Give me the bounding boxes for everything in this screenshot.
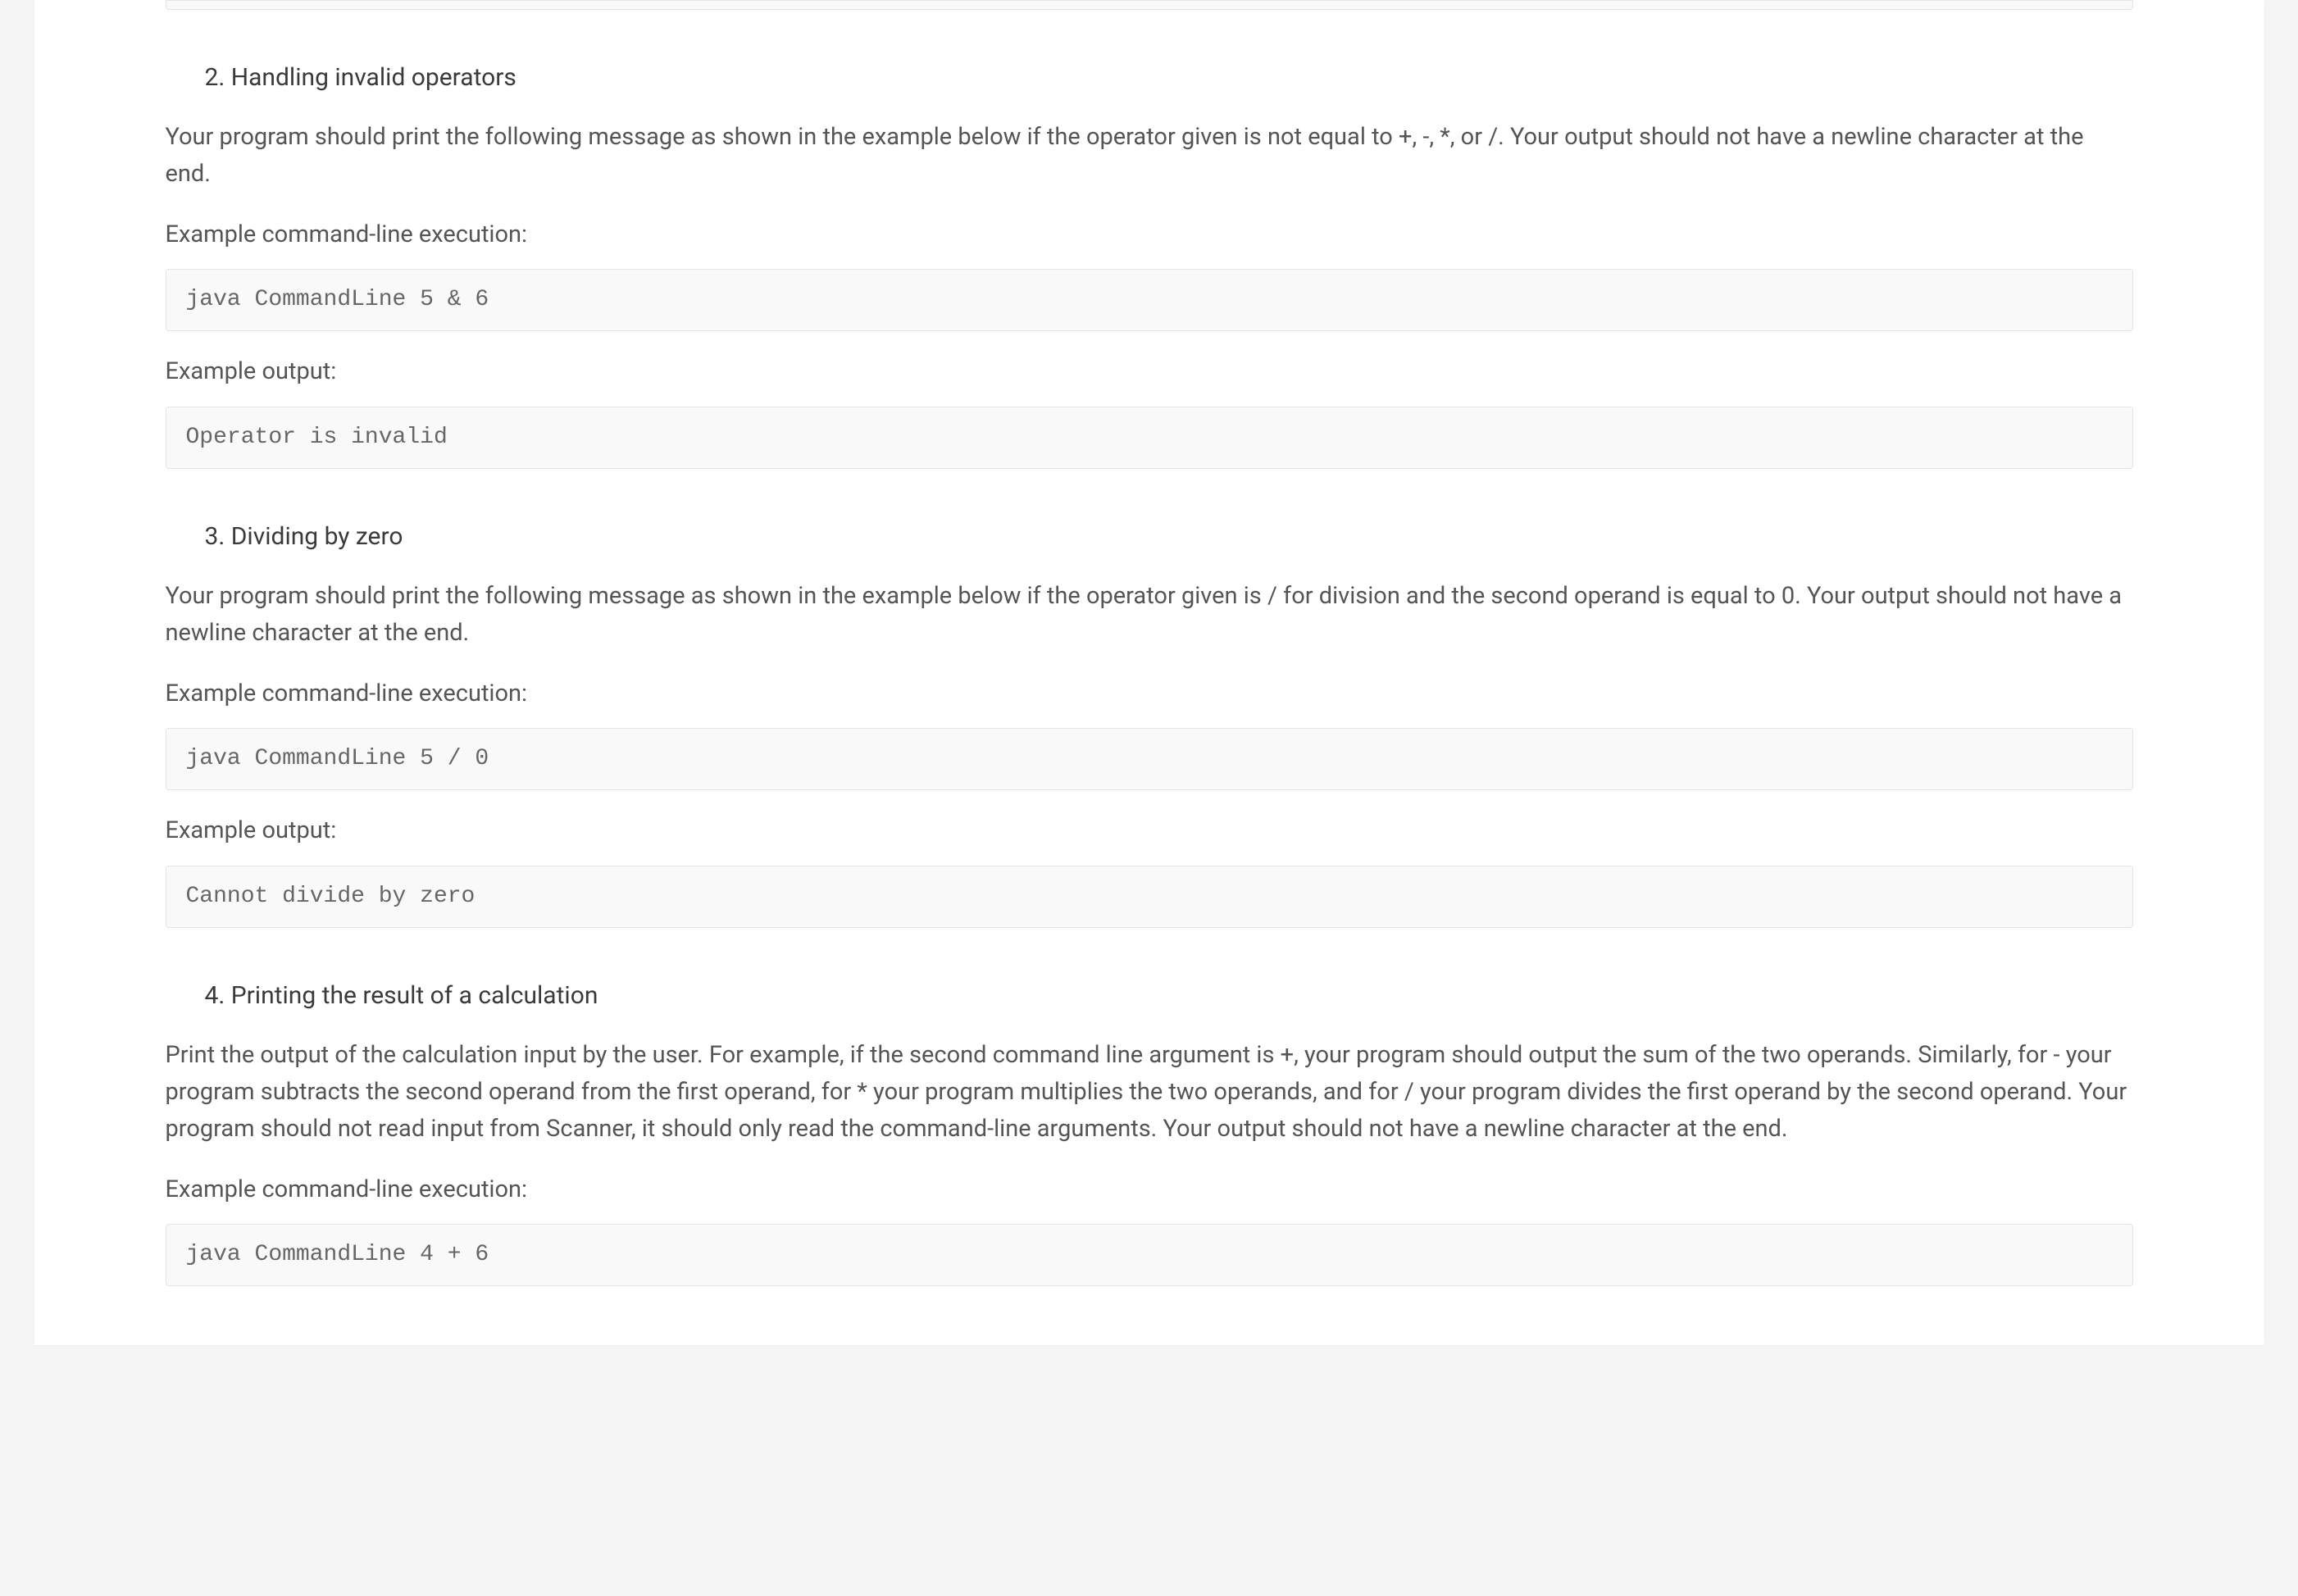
exec-label: Example command-line execution:	[166, 1172, 2133, 1208]
section-heading: 3. Dividing by zero	[205, 518, 2133, 555]
section-body: Print the output of the calculation inpu…	[166, 1037, 2133, 1148]
code-block-output: Cannot divide by zero	[166, 866, 2133, 928]
code-block-exec: java CommandLine 4 + 6	[166, 1224, 2133, 1286]
section-heading: 4. Printing the result of a calculation	[205, 977, 2133, 1014]
section-heading: 2. Handling invalid operators	[205, 59, 2133, 96]
output-label: Example output:	[166, 813, 2133, 849]
code-block-exec: java CommandLine 5 & 6	[166, 269, 2133, 331]
code-block-exec: java CommandLine 5 / 0	[166, 728, 2133, 790]
section-body: Your program should print the following …	[166, 119, 2133, 193]
section-body: Your program should print the following …	[166, 578, 2133, 652]
exec-label: Example command-line execution:	[166, 217, 2133, 253]
partial-code-block-top	[166, 0, 2133, 10]
output-label: Example output:	[166, 354, 2133, 390]
code-block-output: Operator is invalid	[166, 407, 2133, 469]
exec-label: Example command-line execution:	[166, 676, 2133, 712]
document-page: 2. Handling invalid operators Your progr…	[34, 0, 2264, 1345]
